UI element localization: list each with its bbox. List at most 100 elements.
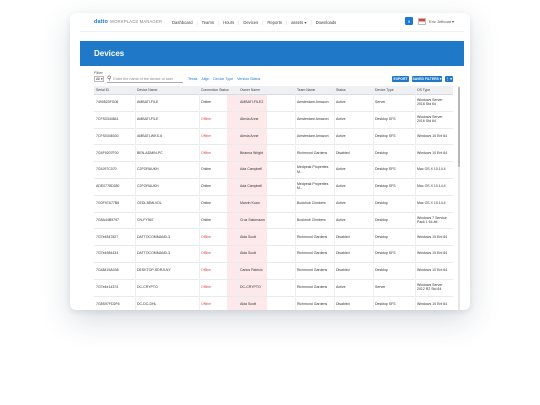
quick-link-device-type[interactable]: Device Type xyxy=(213,77,233,81)
cell-device-name[interactable]: BEN-ADMIN-PC xyxy=(137,144,163,161)
cell-team-name: Richmond Gardens xyxy=(297,285,328,289)
search-placeholder: Enter the name of the device or user xyxy=(113,76,174,81)
brand-logo[interactable]: datto WORKPLACE MANAGER xyxy=(94,19,162,25)
cell-serial-id: 7G7e4984434 xyxy=(96,251,119,256)
table-row[interactable]: 7CFS0344841 AMBATI-FILE Offline Alexia Anne… xyxy=(94,111,453,129)
brand-product: WORKPLACE MANAGER xyxy=(109,19,163,24)
export-button[interactable]: EXPORT xyxy=(392,76,409,82)
table-row[interactable]: 7G4J97C070 C2FORAUKH Online Ada Campbell Med… xyxy=(94,161,453,179)
nav-divider: | xyxy=(286,19,288,25)
cell-status: Disabled xyxy=(336,268,350,273)
nav-downloads[interactable]: Downloads xyxy=(316,20,337,25)
user-area: 9 Eric Jeffcoat ▾ xyxy=(404,17,454,25)
cell-os-type: Windows 7 Service Pack 1 64-bit xyxy=(417,215,447,224)
scrollbar-thumb[interactable] xyxy=(458,87,460,167)
cell-os-type: Windows 10 Ent 64 xyxy=(417,301,448,306)
column-header-serial-id[interactable]: Serial ID xyxy=(96,86,109,94)
cell-device-name[interactable]: DC-CRYPTO xyxy=(137,279,158,296)
cell-device-name[interactable]: DESKTOP-SDRJLNY xyxy=(137,262,171,279)
table-row[interactable]: 7G8S97FD2F6 DC-DC-DHL Offline Alda Scott Ric… xyxy=(94,296,453,310)
nav-teams[interactable]: Teams xyxy=(202,20,214,25)
cell-status: Disabled xyxy=(336,251,350,256)
table-row[interactable]: 7G48415A038 DESKTOP-SDRJLNY Offline Carlos … xyxy=(94,262,453,280)
cell-os-type: Mac OS X 10.14.4 xyxy=(417,167,446,172)
column-divider xyxy=(334,86,335,310)
cell-device-name[interactable]: DC-DC-DHL xyxy=(137,296,156,310)
search-icon: ⚲ xyxy=(107,75,112,82)
cell-status: Active xyxy=(336,133,346,138)
cell-device-type: Desktop xyxy=(375,217,388,222)
nav-dashboard[interactable]: Dashboard xyxy=(172,20,193,25)
cell-connection-status: Offline xyxy=(201,251,212,256)
column-header-device-type[interactable]: Device Type xyxy=(375,86,394,94)
nav-hours[interactable]: Hours xyxy=(223,20,234,25)
column-header-owner-name[interactable]: Owner Name xyxy=(240,86,260,94)
cell-device-name[interactable]: AMBATI-WKS-6 xyxy=(137,128,162,145)
table-row[interactable]: 7490823FG06 AMBATI-FILE Online AMBATI-FILE2… xyxy=(94,94,453,112)
cell-os-type: Windows 10 Ent 64 xyxy=(417,150,448,155)
nav-devices[interactable]: Devices xyxy=(243,20,258,25)
cell-device-name[interactable]: DATTOCOMMAND-3 xyxy=(137,245,170,262)
brand-name: datto xyxy=(94,19,108,25)
quick-link-texas[interactable]: Texas xyxy=(188,77,197,81)
cell-device-name[interactable]: DATTOCOMMAND-3 xyxy=(137,228,170,245)
column-divider xyxy=(373,86,374,310)
app-window: datto WORKPLACE MANAGER Dashboard | Teams |… xyxy=(70,13,470,310)
column-header-device-name[interactable]: Device Name xyxy=(137,86,157,94)
cell-connection-status: Online xyxy=(201,217,212,222)
cell-device-type: Desktop SFS xyxy=(375,301,396,306)
cell-connection-status: Online xyxy=(201,201,212,205)
cell-serial-id: 7CFS0344841 xyxy=(96,117,119,121)
notification-badge[interactable]: 9 xyxy=(404,17,413,25)
nav-divider: | xyxy=(262,19,264,25)
more-options-button[interactable]: ⋮ ▾ xyxy=(445,76,453,82)
column-header-status[interactable]: Status xyxy=(336,86,346,94)
table-row[interactable]: 7G0F97A77B6 CEDL38MLVOL Online Marvin Kuan B… xyxy=(94,195,453,213)
cell-owner-name: Alexia Anne xyxy=(240,117,259,121)
column-header-os-type[interactable]: OS Type xyxy=(417,86,430,94)
filter-label: Filter xyxy=(94,70,103,75)
column-divider xyxy=(415,86,416,310)
cell-serial-id: 7G4J97C070 xyxy=(96,167,117,172)
table-row[interactable]: ADE0778D280 C2FORAUKH Online Ada Campbell Me… xyxy=(94,178,453,196)
flag-icon[interactable] xyxy=(417,17,426,25)
cell-device-name[interactable]: AMBATI-FILE xyxy=(137,111,158,128)
cell-device-type: Server xyxy=(375,285,386,289)
column-header-connection-status[interactable]: Connection Status xyxy=(201,86,229,94)
cell-device-name[interactable]: C2FORAUKH xyxy=(137,178,159,195)
table-row[interactable]: 7G7e4e14374 DC-CRYPTO Offline DC-CRYPTO Rich… xyxy=(94,279,453,297)
filter-select[interactable]: All ▾ xyxy=(94,76,104,82)
table-row[interactable]: 7G4F9207F00 BEN-ADMIN-PC Offline Brianna Wr… xyxy=(94,144,453,163)
cell-team-name: Richmond Gardens xyxy=(297,268,328,273)
quick-link-version-status[interactable]: Version Status xyxy=(237,77,260,81)
table-row[interactable]: 7G7e4984434 DATTOCOMMAND-3 Offline Alda Sco… xyxy=(94,245,453,263)
nav-reports[interactable]: Reports xyxy=(267,20,282,25)
cell-team-name: Amsterdam Amazon xyxy=(297,100,329,105)
top-navigation: datto WORKPLACE MANAGER Dashboard | Teams |… xyxy=(80,13,464,32)
table-row[interactable]: 7G8A44B9797 CN-FY967 Online Cruz Salomaom Bo… xyxy=(94,212,453,230)
cell-device-name[interactable]: AMBATI-FILE xyxy=(137,94,158,111)
cell-serial-id: 7G7e4847827 xyxy=(96,234,119,239)
table-row[interactable]: 7G7e4847827 DATTOCOMMAND-3 Offline Alda Sco… xyxy=(94,228,453,247)
cell-status: Disabled xyxy=(336,234,350,239)
quick-link-align[interactable]: Align xyxy=(201,77,209,81)
column-divider xyxy=(295,86,296,310)
table-row[interactable]: 7CFS0346030 AMBATI-WKS-6 Offline Alexia Ann… xyxy=(94,128,453,146)
search-field[interactable]: ⚲ Enter the name of the device or user xyxy=(107,75,183,83)
cell-os-type: Windows 10 Ent 64 xyxy=(417,251,448,256)
nav-assets[interactable]: assets ▾ xyxy=(291,20,306,25)
cell-connection-status: Offline xyxy=(201,285,212,289)
saved-filters-button[interactable]: SAVED FILTERS ▾ xyxy=(412,76,442,82)
column-header-team-name[interactable]: Team Name xyxy=(297,86,315,94)
cell-os-type: Windows Server 2016 Std 64 xyxy=(417,98,443,107)
cell-status: Active xyxy=(336,117,346,121)
cell-team-name: Bookhub Climbers xyxy=(297,201,326,205)
cell-device-name[interactable]: CEDL38MLVOL xyxy=(137,195,162,212)
cell-owner-name: Brianna Wright xyxy=(240,150,264,155)
cell-team-name: Richmond Gardens xyxy=(297,301,328,306)
cell-os-type: Windows Server 2016 Std 64 xyxy=(417,114,443,124)
cell-owner-name: Alda Scott xyxy=(240,234,256,239)
cell-device-name[interactable]: CN-FY967 xyxy=(137,212,154,229)
cell-device-name[interactable]: C2FORAUKH xyxy=(137,161,159,178)
user-menu[interactable]: Eric Jeffcoat ▾ xyxy=(429,19,454,24)
